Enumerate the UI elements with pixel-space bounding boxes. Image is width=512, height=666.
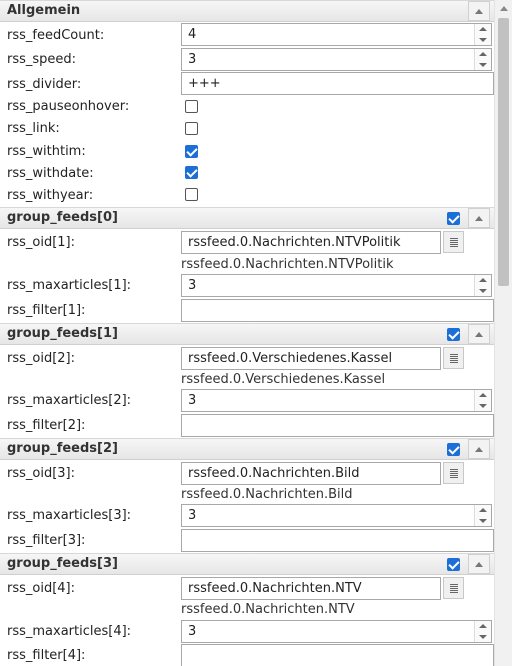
number-spinner[interactable]	[474, 505, 491, 526]
speed-value: 3	[188, 52, 197, 67]
maxarticles-input[interactable]: 3	[181, 620, 492, 643]
oid-input[interactable]: rssfeed.0.Nachrichten.Bild	[181, 462, 441, 485]
attributes-panel: Allgemein rss_feedCount: 4 rss_speed: 3 …	[0, 0, 494, 666]
group-enable-checkbox[interactable]	[447, 328, 460, 341]
scroll-up-icon[interactable]	[500, 6, 508, 11]
group-enable-checkbox[interactable]	[447, 558, 460, 571]
divider-value: +++	[188, 76, 221, 91]
list-icon[interactable]	[443, 577, 464, 599]
feedcount-value: 4	[188, 27, 197, 42]
oid-label: rss_oid[1]:	[7, 235, 76, 250]
number-spinner[interactable]	[474, 390, 491, 411]
maxarticles-value: 3	[188, 508, 197, 523]
oid-name-text: rssfeed.0.Nachrichten.NTVPolitik	[181, 257, 394, 272]
oid-label: rss_oid[4]:	[7, 581, 76, 596]
maxarticles-label: rss_maxarticles[3]:	[7, 508, 132, 523]
maxarticles-input[interactable]: 3	[181, 389, 492, 412]
withdate-label: rss_withdate:	[7, 166, 94, 181]
oid-value: rssfeed.0.Nachrichten.NTVPolitik	[188, 235, 401, 250]
divider-input[interactable]: +++	[181, 72, 494, 95]
group-enable-checkbox[interactable]	[447, 212, 460, 225]
oid-name-text: rssfeed.0.Verschiedenes.Kassel	[181, 372, 386, 387]
filter-input[interactable]	[181, 414, 494, 437]
maxarticles-value: 3	[188, 393, 197, 408]
filter-input[interactable]	[181, 299, 494, 322]
section-title: group_feeds[1]	[7, 326, 118, 341]
maxarticles-input[interactable]: 3	[181, 274, 492, 297]
oid-label: rss_oid[3]:	[7, 466, 76, 481]
section-title: group_feeds[0]	[7, 210, 118, 225]
withtime-label: rss_withtim:	[7, 144, 86, 159]
withtime-checkbox[interactable]	[185, 145, 198, 158]
chevron-up-icon[interactable]	[468, 1, 490, 21]
oid-input[interactable]: rssfeed.0.Nachrichten.NTVPolitik	[181, 231, 441, 254]
divider-label: rss_divider:	[7, 77, 82, 92]
section-title: group_feeds[2]	[7, 441, 118, 456]
chevron-up-icon[interactable]	[468, 324, 490, 344]
section-header-group-0[interactable]: group_feeds[0]	[0, 207, 494, 229]
oid-value: rssfeed.0.Nachrichten.NTV	[188, 581, 362, 596]
vertical-scrollbar[interactable]	[494, 0, 512, 666]
filter-label: rss_filter[2]:	[7, 418, 86, 433]
withdate-checkbox[interactable]	[185, 166, 198, 179]
chevron-up-icon[interactable]	[468, 439, 490, 459]
maxarticles-label: rss_maxarticles[1]:	[7, 278, 132, 293]
feedcount-input[interactable]: 4	[181, 23, 492, 46]
section-header-group-3[interactable]: group_feeds[3]	[0, 553, 494, 575]
filter-label: rss_filter[1]:	[7, 303, 86, 318]
withyear-checkbox[interactable]	[185, 188, 198, 201]
chevron-up-icon[interactable]	[468, 554, 490, 574]
oid-value: rssfeed.0.Nachrichten.Bild	[188, 466, 360, 481]
number-spinner[interactable]	[474, 24, 491, 45]
oid-value: rssfeed.0.Verschiedenes.Kassel	[188, 351, 393, 366]
number-spinner[interactable]	[474, 621, 491, 642]
maxarticles-value: 3	[188, 624, 197, 639]
filter-input[interactable]	[181, 529, 494, 552]
speed-label: rss_speed:	[7, 52, 77, 67]
oid-name-text: rssfeed.0.Nachrichten.Bild	[181, 487, 353, 502]
chevron-up-icon[interactable]	[468, 208, 490, 228]
oid-label: rss_oid[2]:	[7, 351, 76, 366]
withyear-label: rss_withyear:	[7, 188, 94, 203]
pauseonhover-label: rss_pauseonhover:	[7, 99, 130, 114]
group-enable-checkbox[interactable]	[447, 443, 460, 456]
scrollbar-thumb[interactable]	[498, 18, 509, 286]
list-icon[interactable]	[443, 347, 464, 369]
filter-label: rss_filter[3]:	[7, 533, 86, 548]
section-title: group_feeds[3]	[7, 556, 118, 571]
link-label: rss_link:	[7, 121, 60, 136]
maxarticles-label: rss_maxarticles[2]:	[7, 393, 132, 408]
section-header-group-1[interactable]: group_feeds[1]	[0, 323, 494, 345]
oid-input[interactable]: rssfeed.0.Verschiedenes.Kassel	[181, 347, 441, 370]
oid-name-text: rssfeed.0.Nachrichten.NTV	[181, 602, 355, 617]
maxarticles-value: 3	[188, 278, 197, 293]
filter-input[interactable]	[181, 644, 494, 666]
section-header-general[interactable]: Allgemein	[0, 0, 494, 22]
filter-label: rss_filter[4]:	[7, 648, 86, 663]
link-checkbox[interactable]	[185, 122, 198, 135]
pauseonhover-checkbox[interactable]	[185, 100, 198, 113]
maxarticles-label: rss_maxarticles[4]:	[7, 624, 132, 639]
list-icon[interactable]	[443, 231, 464, 253]
maxarticles-input[interactable]: 3	[181, 504, 492, 527]
number-spinner[interactable]	[474, 49, 491, 70]
speed-input[interactable]: 3	[181, 48, 492, 71]
feedcount-label: rss_feedCount:	[7, 28, 105, 43]
list-icon[interactable]	[443, 462, 464, 484]
number-spinner[interactable]	[474, 275, 491, 296]
oid-input[interactable]: rssfeed.0.Nachrichten.NTV	[181, 577, 441, 600]
section-header-group-2[interactable]: group_feeds[2]	[0, 438, 494, 460]
section-title: Allgemein	[7, 3, 81, 18]
